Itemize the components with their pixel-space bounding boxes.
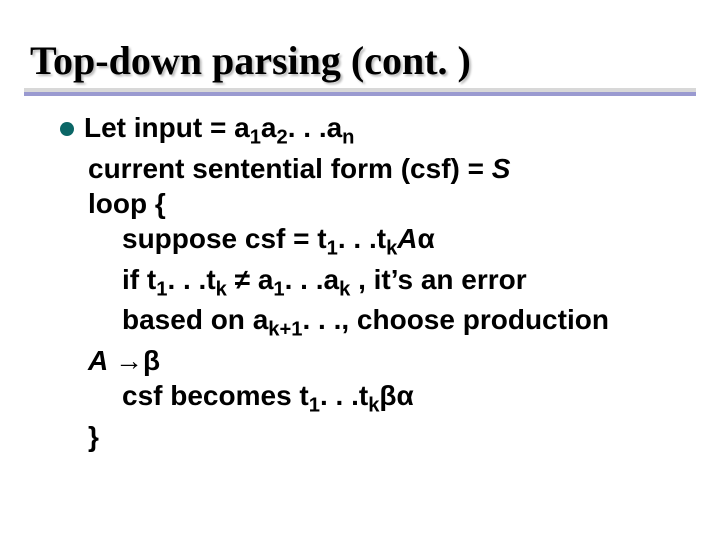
line-1: Let input = a1a2. . .an: [60, 110, 690, 151]
line-5: if t1. . .tk ≠ a1. . .ak , it’s an error: [88, 262, 690, 303]
slide-title: Top-down parsing (cont. ): [30, 40, 690, 82]
text: . . .t: [338, 223, 386, 254]
text: Let input = a: [84, 112, 250, 143]
line-8: csf becomes t1. . .tkβα: [88, 378, 690, 419]
sym-A: A: [88, 345, 115, 376]
sym-alpha: α: [418, 223, 435, 254]
text: , it’s an error: [350, 264, 526, 295]
line-4: suppose csf = t1. . .tkAα: [88, 221, 690, 262]
line-2: current sentential form (csf) = S: [88, 151, 690, 186]
sub-1b: 1: [273, 278, 284, 300]
text: a: [258, 264, 274, 295]
bullet-icon: [60, 122, 74, 136]
sub-1: 1: [250, 127, 261, 149]
slide-body: Let input = a1a2. . .an current sententi…: [30, 110, 690, 454]
sym-beta: β: [379, 380, 396, 411]
text: . . .a: [288, 112, 342, 143]
line-9: }: [88, 419, 690, 454]
text: . . ., choose production: [302, 304, 608, 335]
text: suppose csf = t: [122, 223, 327, 254]
text: based on a: [122, 304, 268, 335]
sub-n: n: [342, 127, 354, 149]
text: current sentential form (csf) =: [88, 153, 492, 184]
title-underline: [24, 88, 696, 96]
sub-1: 1: [309, 395, 320, 417]
sub-k1: k+1: [268, 319, 302, 341]
line-3: loop {: [88, 186, 690, 221]
sym-beta: β: [143, 345, 160, 376]
text: a: [261, 112, 277, 143]
text: . . .t: [167, 264, 215, 295]
line-6: based on ak+1. . ., choose production: [88, 302, 690, 343]
sub-k: k: [368, 395, 379, 417]
sym-arrow: →: [115, 345, 143, 376]
sub-k: k: [216, 278, 227, 300]
sub-2: 2: [276, 127, 287, 149]
sub-1: 1: [327, 237, 338, 259]
text: . . .a: [285, 264, 339, 295]
sym-neq: ≠: [227, 264, 258, 295]
text: csf becomes t: [122, 380, 309, 411]
sym-alpha: α: [397, 380, 414, 411]
text: if t: [122, 264, 156, 295]
rule-purple: [24, 92, 696, 96]
sub-1: 1: [156, 278, 167, 300]
sub-kb: k: [339, 278, 350, 300]
text: . . .t: [320, 380, 368, 411]
line-7: A →β: [88, 343, 690, 378]
slide-container: Top-down parsing (cont. ) Let input = a1…: [0, 0, 720, 540]
sub-k: k: [386, 237, 397, 259]
sym-A: A: [397, 223, 417, 254]
sym-S: S: [492, 153, 511, 184]
